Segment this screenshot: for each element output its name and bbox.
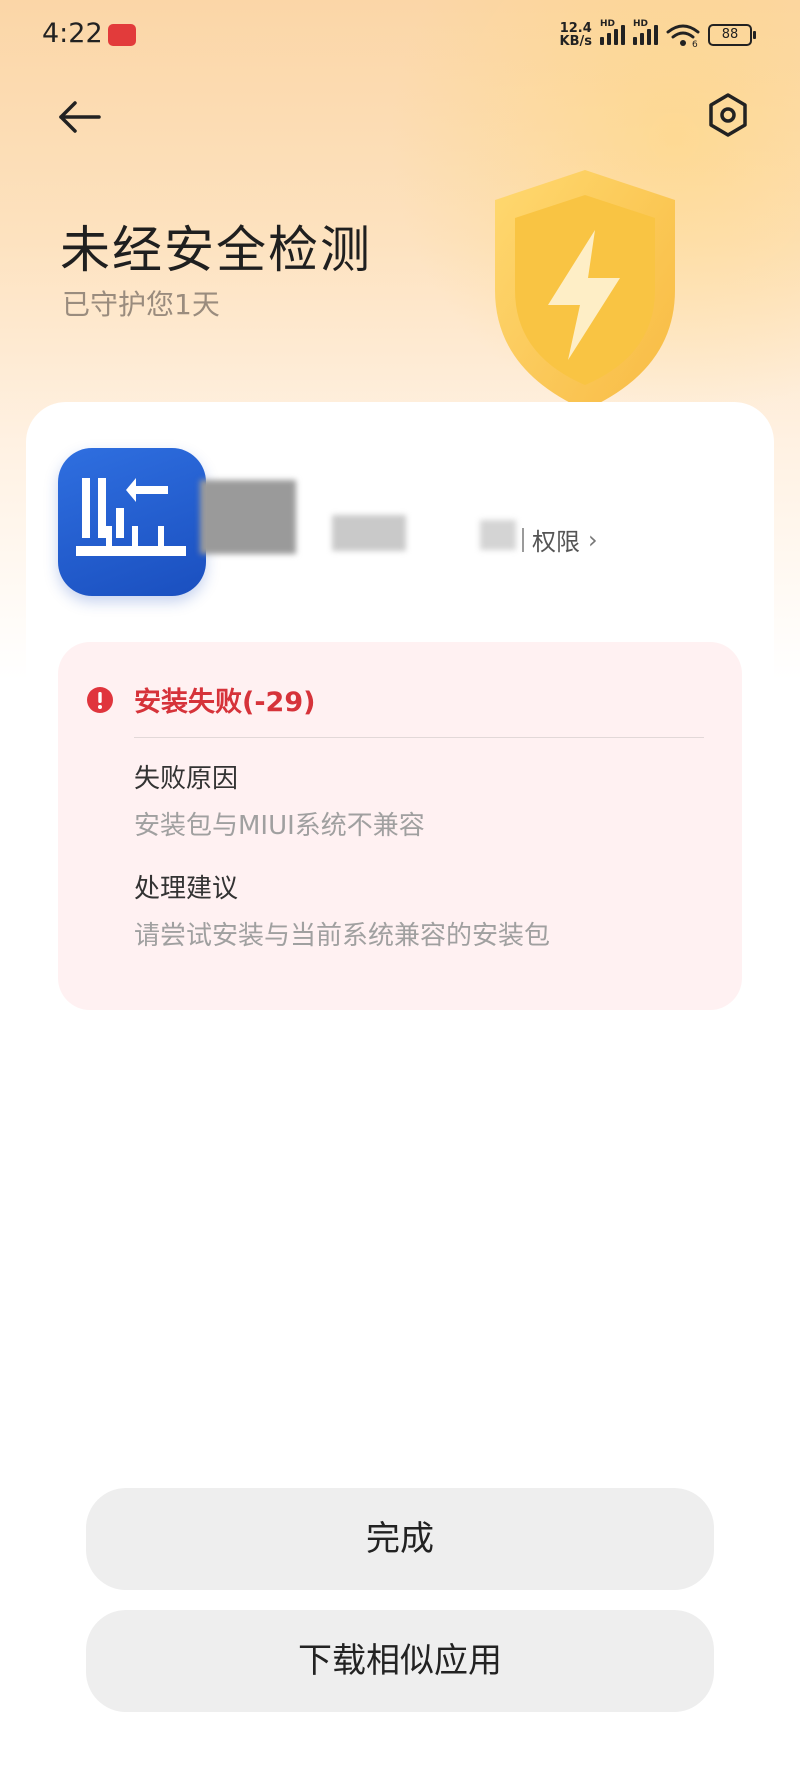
wifi-badge: 6 — [692, 40, 698, 47]
sim2-hd-label: HD — [633, 19, 649, 29]
redacted-app-size — [480, 520, 516, 550]
notification-app-icon — [108, 24, 136, 46]
signal-icon-2: HD — [633, 19, 658, 45]
network-speed-unit: KB/s — [559, 34, 592, 49]
page-subtitle: 已守护您1天 — [62, 288, 220, 321]
app-icon — [58, 448, 206, 596]
page-title: 未经安全检测 — [60, 221, 372, 279]
suggestion-text: 请尝试安装与当前系统兼容的安装包 — [134, 921, 551, 951]
failure-reason-text: 安装包与MIUI系统不兼容 — [134, 811, 425, 841]
permissions-divider — [522, 527, 524, 552]
app-logo-icon — [76, 478, 186, 556]
gear-icon — [709, 93, 747, 137]
error-divider — [134, 737, 704, 738]
status-bar: 4:22 12.4 KB/s HD HD 6 88 — [0, 0, 800, 75]
permissions-link[interactable]: 权限 › — [522, 522, 598, 557]
chevron-right-icon: › — [588, 525, 598, 554]
status-time: 4:22 — [42, 18, 103, 49]
status-indicators: 12.4 KB/s HD HD 6 88 — [560, 19, 756, 48]
shield-lightning-icon — [495, 170, 675, 410]
done-button[interactable]: 完成 — [86, 1488, 714, 1590]
download-similar-apps-button[interactable]: 下载相似应用 — [86, 1610, 714, 1712]
suggestion-label: 处理建议 — [134, 874, 239, 904]
back-button[interactable] — [55, 92, 105, 142]
failure-reason-label: 失败原因 — [134, 764, 239, 794]
error-title: 安装失败(-29) — [134, 687, 316, 718]
wifi-icon: 6 — [666, 24, 700, 47]
redacted-app-name — [200, 480, 296, 554]
sim1-hd-label: HD — [600, 19, 616, 29]
battery-icon: 88 — [708, 24, 756, 46]
network-speed: 12.4 KB/s — [560, 22, 592, 48]
redacted-app-version — [332, 515, 406, 551]
signal-icon: HD — [600, 19, 625, 45]
arrow-left-icon — [59, 101, 101, 133]
permissions-label: 权限 — [532, 528, 580, 556]
settings-button[interactable] — [703, 90, 753, 140]
exclamation-circle-icon — [87, 687, 113, 713]
